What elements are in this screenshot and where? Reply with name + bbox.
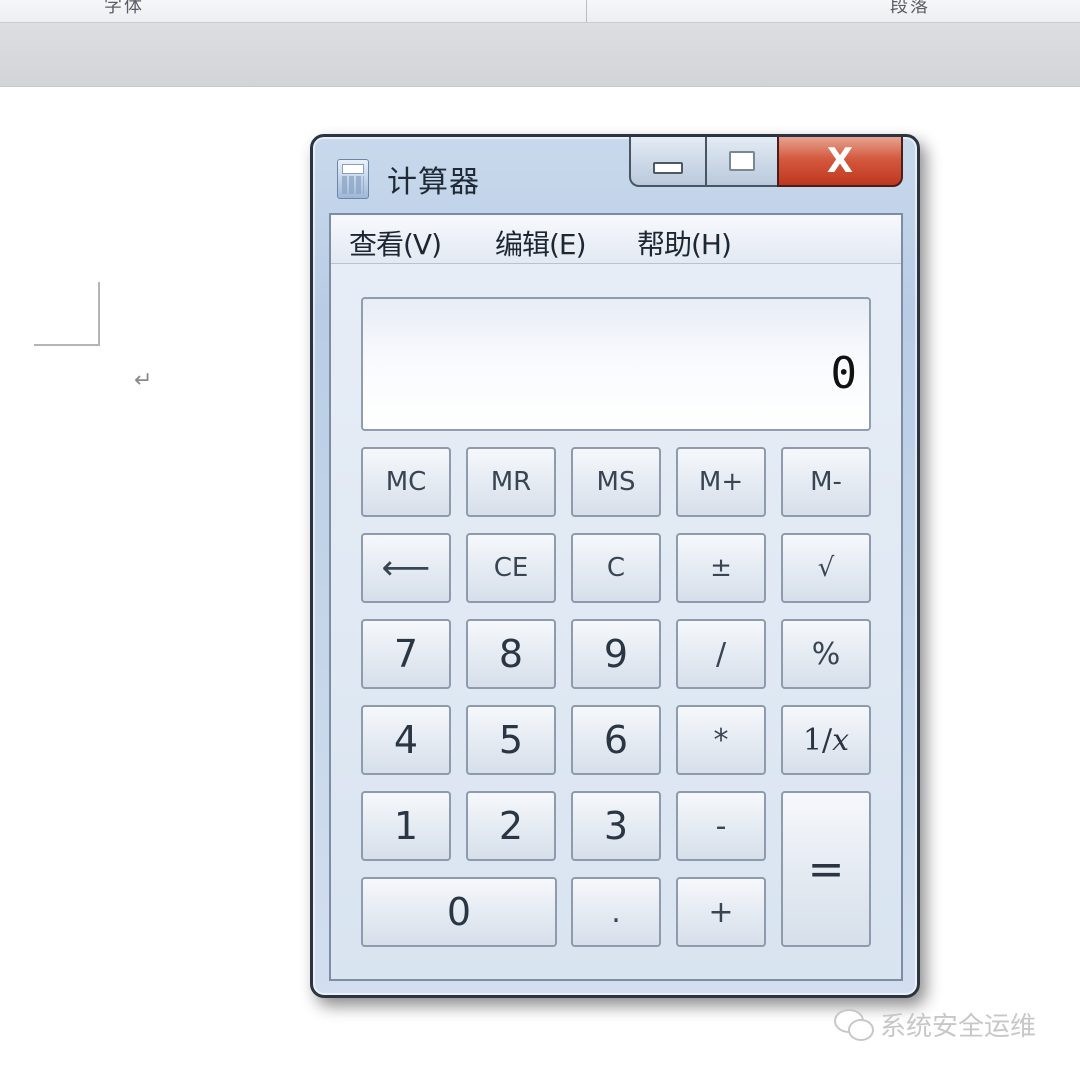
multiply-button[interactable]: * [676, 705, 766, 775]
menu-view[interactable]: 查看(V) [349, 223, 442, 263]
m-plus-button[interactable]: M+ [676, 447, 766, 517]
plus-button[interactable]: + [676, 877, 766, 947]
reciprocal-label-variable: x [832, 722, 850, 758]
digit-4-button[interactable]: 4 [361, 705, 451, 775]
m-minus-button[interactable]: M- [781, 447, 871, 517]
digit-7-button[interactable]: 7 [361, 619, 451, 689]
close-button[interactable]: X [777, 137, 903, 187]
ribbon-group-paragraph-label: 段落 [890, 0, 930, 17]
page-margin-corner [34, 282, 100, 346]
calculator-body: 查看(V) 编辑(E) 帮助(H) 0 MC MR MS M+ M- ⟵ CE … [329, 213, 903, 981]
digit-6-button[interactable]: 6 [571, 705, 661, 775]
digit-0-button[interactable]: 0 [361, 877, 557, 947]
mr-button[interactable]: MR [466, 447, 556, 517]
divide-button[interactable]: / [676, 619, 766, 689]
watermark: 系统安全运维 [834, 1006, 1036, 1043]
decimal-button[interactable]: . [571, 877, 661, 947]
wechat-icon [834, 1008, 874, 1041]
caption-buttons: X [629, 137, 903, 187]
ribbon-bar [0, 23, 1080, 87]
maximize-button[interactable] [705, 137, 777, 187]
ms-button[interactable]: MS [571, 447, 661, 517]
mc-button[interactable]: MC [361, 447, 451, 517]
calculator-window[interactable]: 计算器 X 查看(V) 编辑(E) 帮助(H) 0 MC MR MS M+ M-… [310, 134, 920, 998]
digit-2-button[interactable]: 2 [466, 791, 556, 861]
menu-edit[interactable]: 编辑(E) [495, 223, 587, 263]
plus-minus-button[interactable]: ± [676, 533, 766, 603]
backspace-icon: ⟵ [381, 548, 431, 588]
paragraph-mark: ↵ [134, 368, 153, 393]
result-display: 0 [361, 297, 871, 431]
minimize-button[interactable] [629, 137, 705, 187]
digit-9-button[interactable]: 9 [571, 619, 661, 689]
ribbon-divider [586, 0, 587, 22]
menu-bar: 查看(V) 编辑(E) 帮助(H) [331, 215, 901, 264]
minus-button[interactable]: - [676, 791, 766, 861]
calculator-icon [337, 159, 369, 199]
ce-button[interactable]: CE [466, 533, 556, 603]
equals-button[interactable]: = [781, 791, 871, 947]
ribbon-group-font-label: 字体 [104, 0, 144, 17]
backspace-button[interactable]: ⟵ [361, 533, 451, 603]
menu-help[interactable]: 帮助(H) [637, 223, 732, 263]
digit-1-button[interactable]: 1 [361, 791, 451, 861]
window-title: 计算器 [387, 165, 480, 200]
watermark-text: 系统安全运维 [880, 1012, 1037, 1042]
close-icon: X [826, 141, 854, 181]
digit-8-button[interactable]: 8 [466, 619, 556, 689]
display-value: 0 [830, 348, 858, 399]
sqrt-button[interactable]: √ [781, 533, 871, 603]
reciprocal-label-number: 1/ [802, 722, 833, 758]
maximize-icon [729, 151, 755, 171]
percent-button[interactable]: % [781, 619, 871, 689]
ribbon-group-labels: 字体 段落 [0, 0, 1080, 23]
digit-3-button[interactable]: 3 [571, 791, 661, 861]
clear-button[interactable]: C [571, 533, 661, 603]
reciprocal-button[interactable]: 1/x [781, 705, 871, 775]
minimize-icon [653, 162, 683, 174]
digit-5-button[interactable]: 5 [466, 705, 556, 775]
